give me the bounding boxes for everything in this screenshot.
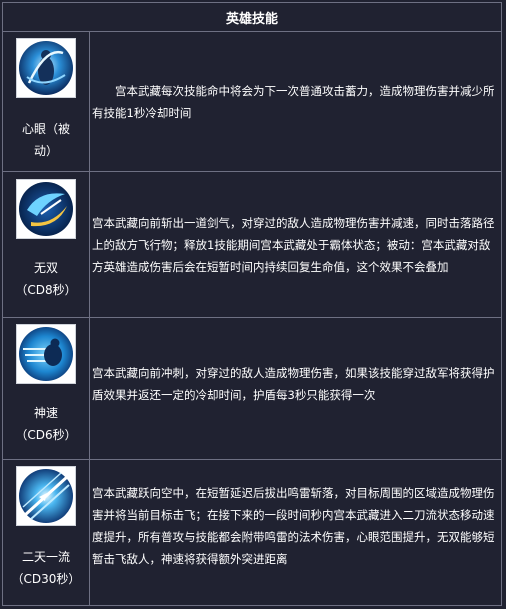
skill-name-line1: 二天一流 bbox=[21, 550, 70, 564]
table-header: 英雄技能 bbox=[3, 3, 501, 32]
skill-name-line1: 心眼（被 bbox=[21, 122, 70, 136]
skill-name-line2: 动） bbox=[33, 144, 58, 158]
dash-skill-icon bbox=[16, 324, 76, 384]
skill-name: 心眼（被 动） bbox=[8, 118, 84, 162]
skill-name: 二天一流 （CD30秒） bbox=[8, 546, 84, 590]
passive-skill-icon bbox=[16, 38, 76, 98]
skill-description: 宫本武藏向前冲刺，对穿过的敌人造成物理伤害，如果该技能穿过敌军将获得护盾效果并返… bbox=[92, 366, 495, 402]
skill-name-cell: 心眼（被 动） bbox=[3, 32, 90, 171]
skill-name-line1: 无双 bbox=[33, 261, 58, 275]
skill-name-cell: 无双 （CD8秒） bbox=[3, 172, 90, 317]
skill-row-ultimate: 二天一流 （CD30秒） 宫本武藏跃向空中，在短暂延迟后拔出鸣雷斩落，对目标周围… bbox=[3, 460, 501, 606]
skill-name-line2: （CD6秒） bbox=[15, 428, 77, 442]
skill-description: 宫本武藏每次技能命中将会为下一次普通攻击蓄力，造成物理伤害并减少所有技能1秒冷却… bbox=[92, 83, 495, 120]
table-title: 英雄技能 bbox=[225, 11, 278, 27]
skill-name: 神速 （CD6秒） bbox=[8, 402, 84, 446]
skill-name-cell: 神速 （CD6秒） bbox=[3, 318, 90, 459]
skill-description: 宫本武藏向前斩出一道剑气，对穿过的敌人造成物理伤害并减速，同时击落路径上的敌方飞… bbox=[92, 215, 495, 274]
skill-description-cell: 宫本武藏向前斩出一道剑气，对穿过的敌人造成物理伤害并减速，同时击落路径上的敌方飞… bbox=[90, 172, 501, 317]
skill-description-cell: 宫本武藏跃向空中，在短暂延迟后拔出鸣雷斩落，对目标周围的区域造成物理伤害并将当前… bbox=[90, 460, 501, 606]
skill-name-line2: （CD30秒） bbox=[11, 572, 81, 586]
skill-description-cell: 宫本武藏向前冲刺，对穿过的敌人造成物理伤害，如果该技能穿过敌军将获得护盾效果并返… bbox=[90, 318, 501, 459]
skill-name-line2: （CD8秒） bbox=[15, 283, 77, 297]
slash-skill-icon bbox=[16, 179, 76, 239]
skill-name: 无双 （CD8秒） bbox=[8, 257, 84, 301]
skill-row-2: 神速 （CD6秒） 宫本武藏向前冲刺，对穿过的敌人造成物理伤害，如果该技能穿过敌… bbox=[3, 318, 501, 460]
ultimate-skill-icon bbox=[16, 466, 76, 526]
skill-description-cell: 宫本武藏每次技能命中将会为下一次普通攻击蓄力，造成物理伤害并减少所有技能1秒冷却… bbox=[90, 32, 501, 171]
skill-row-passive: 心眼（被 动） 宫本武藏每次技能命中将会为下一次普通攻击蓄力，造成物理伤害并减少… bbox=[3, 32, 501, 172]
skill-description: 宫本武藏跃向空中，在短暂延迟后拔出鸣雷斩落，对目标周围的区域造成物理伤害并将当前… bbox=[92, 486, 495, 566]
skills-table: 英雄技能 心眼（被 动） 宫本武藏每次技能命中将会为下一次普通攻击蓄力，造成物理… bbox=[2, 2, 502, 606]
skill-name-cell: 二天一流 （CD30秒） bbox=[3, 460, 90, 606]
skill-name-line1: 神速 bbox=[33, 406, 58, 420]
skill-row-1: 无双 （CD8秒） 宫本武藏向前斩出一道剑气，对穿过的敌人造成物理伤害并减速，同… bbox=[3, 172, 501, 318]
